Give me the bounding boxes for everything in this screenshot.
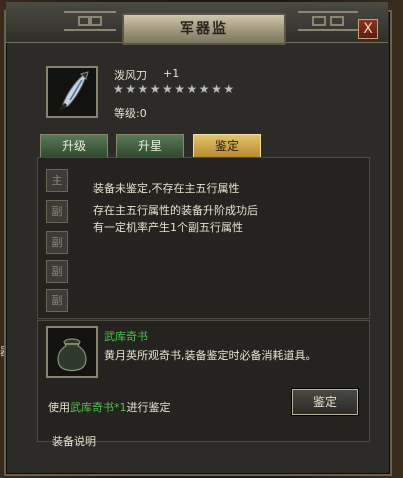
secondary-attribute-slot: 副 xyxy=(46,289,68,312)
consumable-description: 黄月英所观奇书,装备鉴定时必备消耗道具。 xyxy=(104,349,317,362)
item-name: 泼风刀 xyxy=(114,69,147,82)
equipment-description-link[interactable]: 装备说明 xyxy=(52,433,96,449)
item-level: 等级:0 xyxy=(114,107,147,120)
close-icon: X xyxy=(363,21,373,37)
tab-appraise[interactable]: 鉴定 xyxy=(193,134,261,158)
usage-suffix: 进行鉴定 xyxy=(126,401,171,414)
usage-prefix: 使用 xyxy=(48,401,70,414)
primary-attribute-slot: 主 xyxy=(46,169,68,192)
upgrade-hint-line2: 有一定机率产生1个副五行属性 xyxy=(93,221,243,234)
tab-upgrade[interactable]: 升级 xyxy=(40,134,108,158)
fretwork-ornament-left xyxy=(64,11,116,31)
upgrade-hint-line1: 存在主五行属性的装备升阶成功后 xyxy=(93,204,258,217)
appraise-button[interactable]: 鉴定 xyxy=(292,389,358,415)
consumable-name: 武库奇书 xyxy=(104,330,148,343)
book-slot[interactable] xyxy=(46,326,98,378)
item-enhance-level: +1 xyxy=(163,67,180,80)
window-title: 军器监 xyxy=(122,13,286,45)
usage-text: 使用武库奇书*1进行鉴定 xyxy=(48,399,171,415)
appraisal-status: 装备未鉴定,不存在主五行属性 xyxy=(93,182,240,195)
tab-star-up[interactable]: 升星 xyxy=(116,134,184,158)
fretwork-ornament-right xyxy=(298,11,358,31)
usage-item: 武库奇书*1 xyxy=(70,401,127,414)
item-slot[interactable] xyxy=(46,66,98,118)
secondary-attribute-slot: 副 xyxy=(46,200,68,223)
close-button[interactable]: X xyxy=(358,19,378,39)
blade-icon xyxy=(58,71,89,112)
secondary-attribute-slot: 副 xyxy=(46,231,68,254)
star-rating: ★★★★★★★★★★ xyxy=(113,82,236,96)
secondary-attribute-slot: 副 xyxy=(46,260,68,283)
pouch-icon xyxy=(57,338,87,372)
